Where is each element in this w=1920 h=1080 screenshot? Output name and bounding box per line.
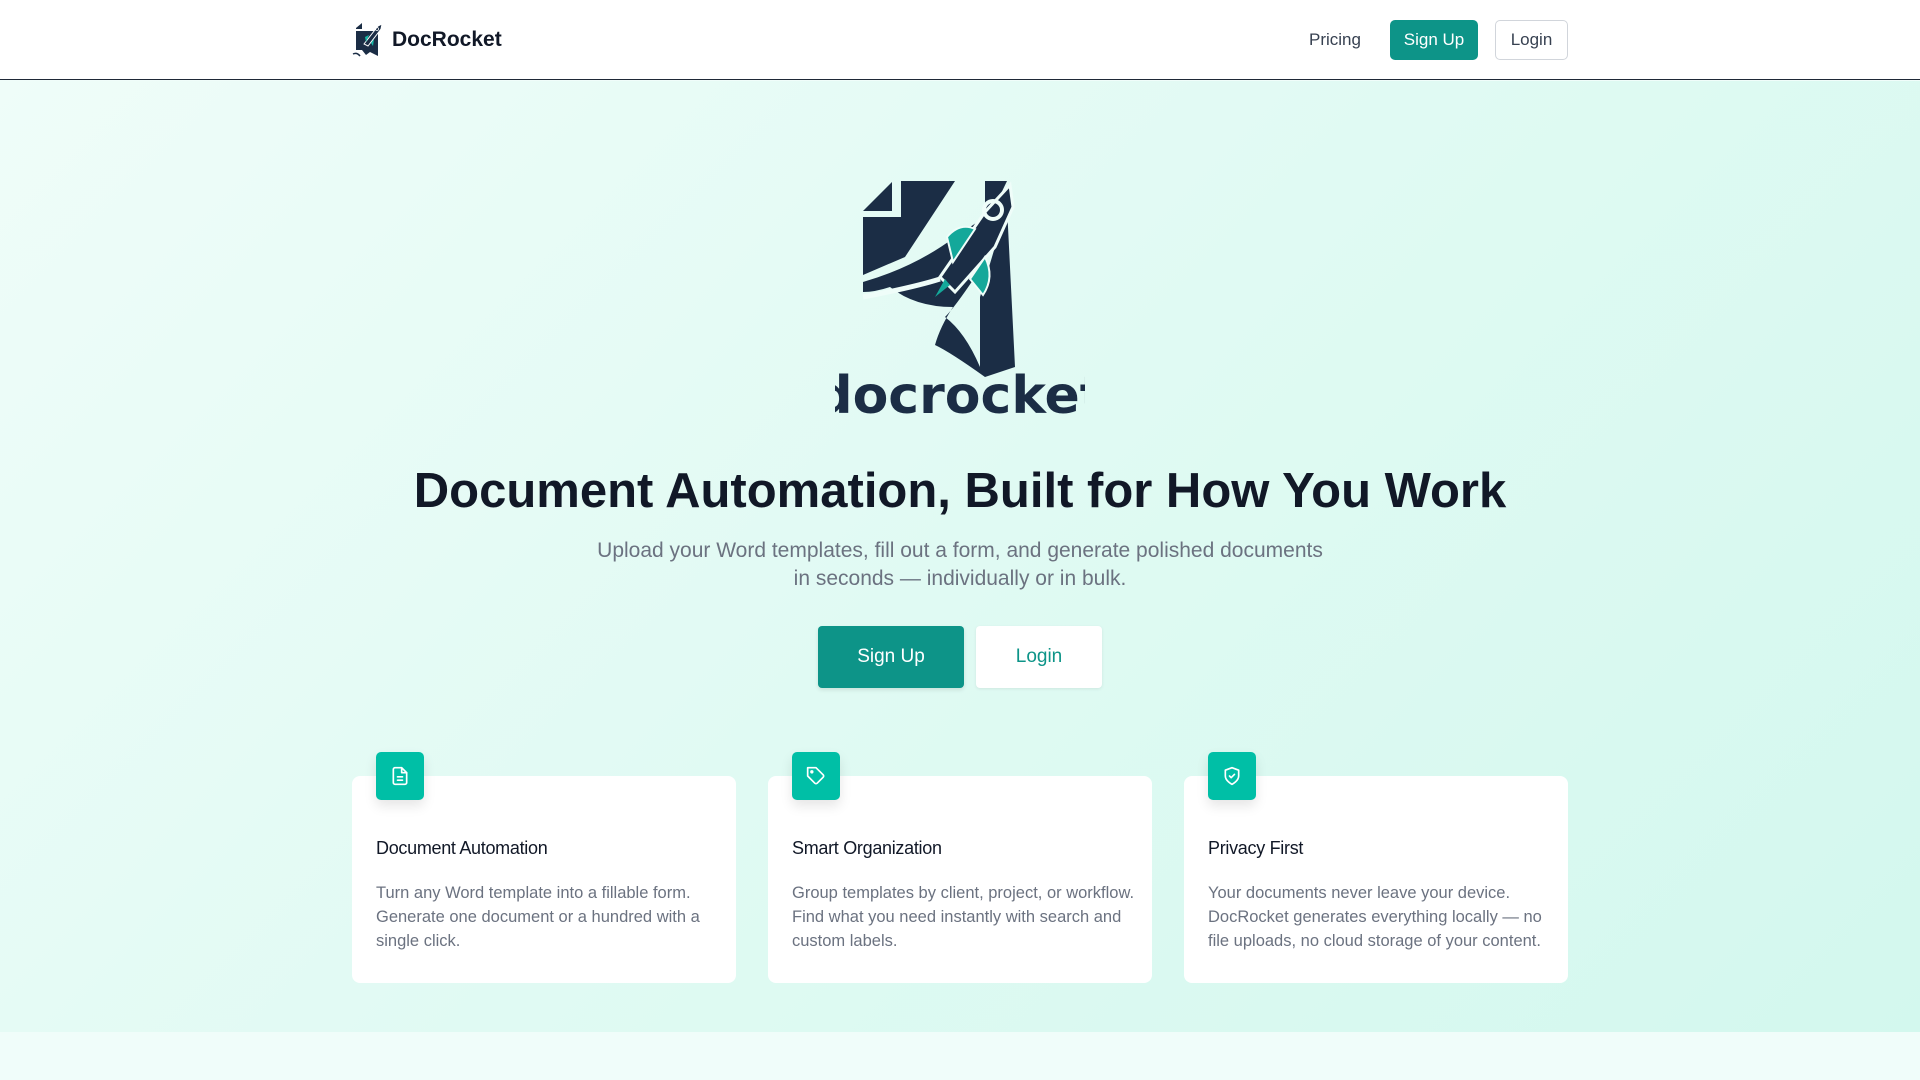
nav-signup-button[interactable]: Sign Up bbox=[1390, 20, 1478, 60]
docrocket-hero-logo: docrocket bbox=[835, 181, 1085, 421]
hero-section: docrocket Document Automation, Built for… bbox=[0, 81, 1920, 1032]
hero-title: Document Automation, Built for How You W… bbox=[413, 464, 1507, 518]
feature-card: Document Automation Turn any Word templa… bbox=[352, 752, 736, 983]
feature-title: Smart Organization bbox=[792, 838, 942, 858]
feature-card: Privacy First Your documents never leave… bbox=[1184, 752, 1568, 983]
nav-pricing-link[interactable]: Pricing bbox=[1309, 30, 1361, 50]
nav-login-button[interactable]: Login bbox=[1495, 20, 1568, 60]
brand-link[interactable]: DocRocket bbox=[352, 20, 502, 60]
feature-description: Your documents never leave your device. … bbox=[1208, 884, 1542, 950]
brand-name: DocRocket bbox=[392, 28, 502, 51]
top-nav: DocRocket Pricing Sign Up Login bbox=[0, 0, 1920, 80]
feature-title: Document Automation bbox=[376, 838, 548, 858]
feature-description: Turn any Word template into a fillable f… bbox=[376, 884, 700, 950]
hero-logo-text: docrocket bbox=[835, 366, 1085, 421]
rocket-logo-icon bbox=[352, 23, 383, 57]
hero-login-button[interactable]: Login bbox=[976, 626, 1102, 688]
hero-signup-button[interactable]: Sign Up bbox=[818, 626, 964, 688]
tag-icon bbox=[792, 752, 840, 800]
feature-description: Group templates by client, project, or w… bbox=[792, 884, 1135, 950]
hero-subtitle: Upload your Word templates, fill out a f… bbox=[597, 539, 1323, 590]
shield-check-icon bbox=[1208, 752, 1256, 800]
feature-card: Smart Organization Group templates by cl… bbox=[768, 752, 1152, 983]
feature-title: Privacy First bbox=[1208, 838, 1304, 858]
file-text-icon bbox=[376, 752, 424, 800]
